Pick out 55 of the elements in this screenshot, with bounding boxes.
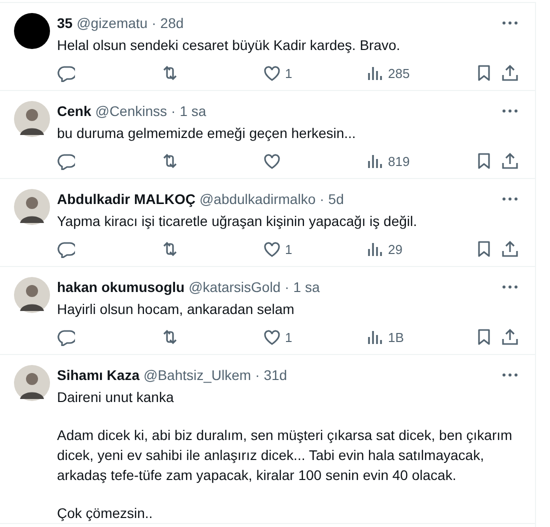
user-handle[interactable]: @katarsisGold [188, 279, 281, 295]
views-icon[interactable] [366, 240, 384, 258]
like-icon[interactable] [263, 64, 281, 82]
post-time[interactable]: 28d [160, 15, 184, 31]
user-handle[interactable]: @Cenkinss [95, 103, 168, 119]
reply-text: Helal olsun sendeki cesaret büyük Kadir kardeş. Bravo. [57, 36, 402, 55]
share-icon[interactable] [501, 328, 519, 346]
reply-icon[interactable] [57, 64, 75, 82]
reply-text: bu duruma gelmemizde emeği geçen herkesin... [57, 124, 357, 143]
views-icon[interactable] [366, 328, 384, 346]
bookmark-icon[interactable] [475, 240, 493, 258]
user-name[interactable]: Sihamı Kaza [57, 367, 140, 383]
share-icon[interactable] [501, 240, 519, 258]
like-icon[interactable] [263, 152, 281, 170]
reply-icon[interactable] [57, 152, 75, 170]
like-icon[interactable] [263, 240, 281, 258]
avatar[interactable] [14, 13, 50, 49]
separator-dot: · [284, 279, 290, 295]
separator-dot: · [320, 191, 324, 207]
reply-text: Daireni unut kanka [57, 388, 175, 407]
bookmark-icon[interactable] [475, 328, 493, 346]
separator-dot: · [171, 103, 176, 119]
view-count: 819 [388, 154, 410, 168]
reply-icon[interactable] [57, 240, 75, 258]
like-count: 1 [285, 66, 292, 80]
like-count: 1 [285, 242, 292, 256]
bookmark-icon[interactable] [475, 152, 493, 170]
views-icon[interactable] [366, 64, 384, 82]
like-count: 1 [285, 330, 292, 344]
user-name[interactable]: Cenk [57, 103, 92, 119]
like-icon[interactable] [263, 328, 281, 346]
user-handle[interactable]: @abdulkadirmalko [199, 191, 316, 207]
post-time[interactable]: 1 sa [180, 103, 206, 119]
user-handle[interactable]: @gizematu [76, 15, 148, 31]
views-icon[interactable] [366, 152, 384, 170]
reply-text: Adam dicek ki, abi biz duralım, sen müşteri çıkarsa sat dicek, ben çıkarım dicek, yeni ev sahibi ile anlaşırız dicek... Tabi evin hala satılmayacak, arkadaş tefe-tüfe zam yapacak, kiralar 100 senin evin 40 olacak. [57, 426, 514, 485]
reply-text: Yapma kiracı işi ticaretle uğraşan kişinin yapacağı iş değil. [57, 212, 418, 231]
user-name[interactable]: hakan okumusoglu [57, 279, 185, 295]
post-time[interactable]: 5d [328, 191, 344, 207]
post-time[interactable]: 31d [264, 367, 288, 383]
view-count: 1B [388, 330, 404, 344]
separator-dot: · [152, 15, 156, 31]
post-time[interactable]: 1 sa [293, 279, 320, 295]
view-count: 29 [388, 242, 402, 256]
view-count: 285 [388, 66, 410, 80]
reply-text: Hayirli olsun hocam, ankaradan selam [57, 300, 296, 319]
user-handle[interactable]: @Bahtsiz_Ulkem [143, 367, 252, 383]
reply-text: Çok çömezsin.. [57, 504, 154, 523]
user-name[interactable]: Abdulkadir MALKOÇ [57, 191, 196, 207]
user-name[interactable]: 35 [57, 15, 73, 31]
share-icon[interactable] [501, 64, 519, 82]
bookmark-icon[interactable] [475, 64, 493, 82]
reply-icon[interactable] [57, 328, 75, 346]
share-icon[interactable] [501, 152, 519, 170]
separator-dot: · [255, 367, 260, 383]
